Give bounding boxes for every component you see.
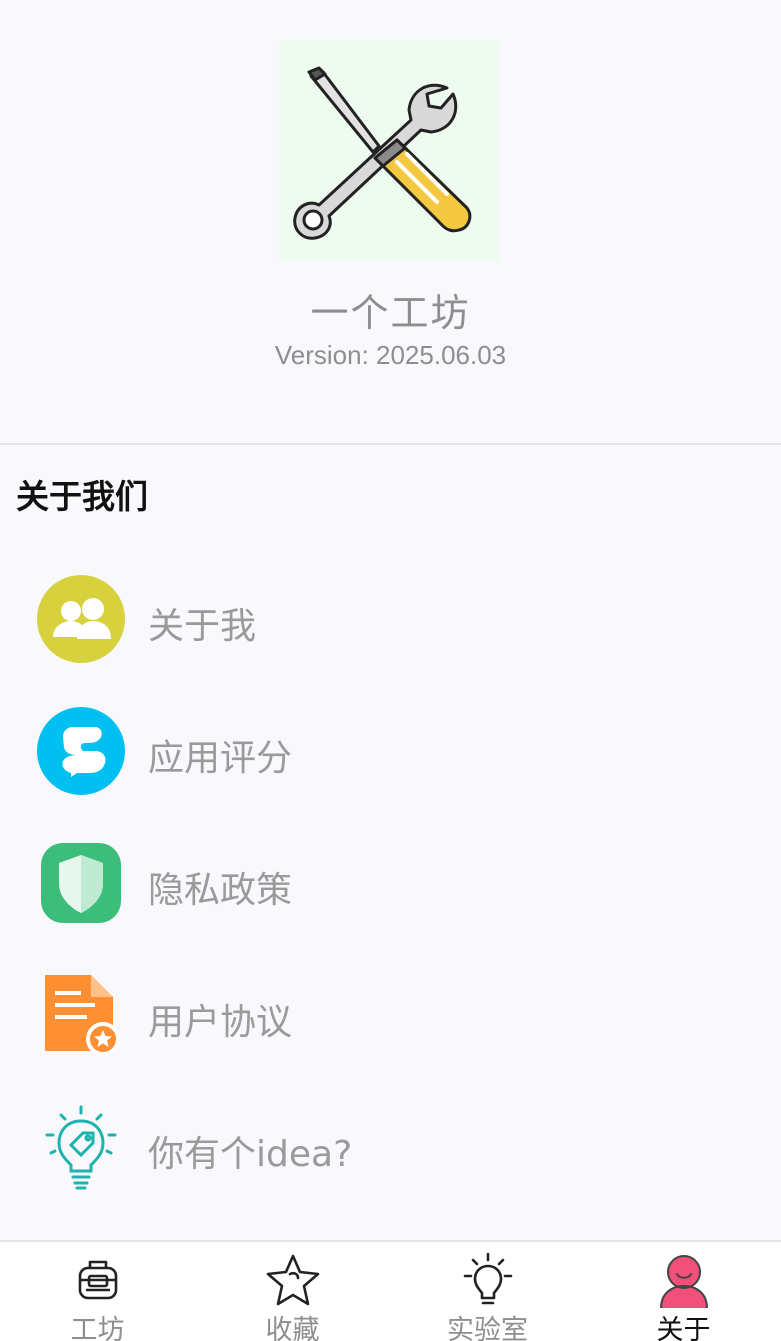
users-icon [37, 575, 125, 663]
nav-label: 收藏 [265, 1315, 320, 1341]
menu-item-label: 关于我 [148, 606, 257, 647]
lightbulb-icon [459, 1252, 517, 1310]
shield-icon [37, 839, 125, 927]
tools-icon [293, 66, 472, 240]
menu-item-privacy-policy[interactable]: 隐私政策 [0, 817, 781, 949]
about-menu: 关于我 应用评分 隐私政策 用户协议 你有个idea? [0, 553, 781, 1213]
menu-item-label: 隐私政策 [148, 870, 293, 911]
user-icon [655, 1252, 713, 1310]
about-page: 一个工坊 Version: 2025.06.03 关于我们 关于我 应用评分 隐… [0, 0, 781, 1341]
chat-bubble-icon [37, 707, 125, 795]
nav-label: 实验室 [447, 1315, 528, 1341]
lightbulb-tag-icon [37, 1103, 125, 1191]
nav-label: 关于 [656, 1315, 711, 1341]
menu-item-label: 你有个idea? [148, 1134, 353, 1175]
tab-workshop[interactable]: 工坊 [0, 1242, 195, 1341]
app-header: 一个工坊 Version: 2025.06.03 [0, 0, 781, 444]
bottom-nav: 工坊 收藏 实验室 关于 [0, 1240, 781, 1341]
menu-item-rate-app[interactable]: 应用评分 [0, 685, 781, 817]
app-version: Version: 2025.06.03 [274, 340, 507, 370]
toolbox-icon [69, 1252, 127, 1310]
tab-favorites[interactable]: 收藏 [195, 1242, 390, 1341]
star-icon [264, 1252, 322, 1310]
menu-item-label: 应用评分 [148, 738, 293, 779]
tab-about[interactable]: 关于 [586, 1242, 781, 1341]
tab-lab[interactable]: 实验室 [390, 1242, 585, 1341]
nav-label: 工坊 [70, 1315, 125, 1341]
menu-item-about-me[interactable]: 关于我 [0, 553, 781, 685]
app-logo [279, 40, 499, 260]
section-title: 关于我们 [16, 477, 148, 516]
menu-item-label: 用户协议 [148, 1002, 293, 1043]
menu-item-submit-idea[interactable]: 你有个idea? [0, 1081, 781, 1213]
app-name: 一个工坊 [310, 291, 471, 335]
document-star-icon [37, 971, 125, 1059]
menu-item-user-agreement[interactable]: 用户协议 [0, 949, 781, 1081]
header-divider [0, 443, 781, 445]
